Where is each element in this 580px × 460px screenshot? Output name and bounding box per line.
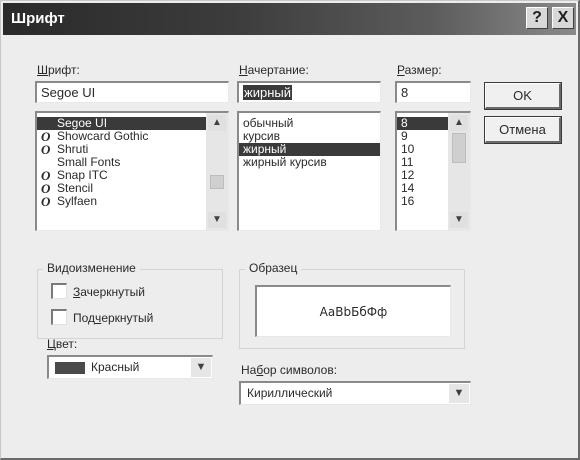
style-label: Начертание: [239,63,309,77]
sample-title: Образец [245,261,302,275]
scroll-up-icon[interactable]: ▲ [450,115,468,131]
effects-group [37,269,223,339]
scroll-down-icon[interactable]: ▼ [208,212,226,228]
size-list-scrollbar[interactable]: ▲ ▼ [448,113,470,230]
font-input[interactable]: Segoe UI [35,81,229,103]
size-label: Размер: [397,63,442,77]
help-button[interactable]: ? [526,7,548,29]
font-list[interactable]: Segoe UI O Showcard Gothic O Shruti Small Fon… [35,111,229,231]
list-item[interactable]: O Sylfaen [37,194,206,209]
close-button[interactable]: X [552,7,574,29]
scroll-up-icon[interactable]: ▲ [208,115,226,131]
color-select-value: Красный [91,360,140,374]
font-dialog: Шрифт ? X Шрифт: Segoe UI Segoe UI O Showc… [0,0,580,460]
font-list-scrollbar[interactable]: ▲ ▼ [206,113,228,230]
color-swatch [55,362,85,374]
list-item[interactable]: 16 [397,195,448,208]
underline-checkbox[interactable] [51,309,67,325]
title-bar[interactable]: Шрифт ? X [3,3,576,35]
list-item-label: Sylfaen [57,194,98,208]
underline-label: Подчеркнутый [73,311,154,325]
color-select[interactable]: Красный ▼ [47,355,213,379]
style-list[interactable]: обычный курсив жирный жирный курсив [237,111,381,231]
cancel-button[interactable]: Отмена [484,116,562,144]
close-icon: X [557,9,569,26]
strikeout-label: Зачеркнутый [73,285,145,299]
font-label: Шрифт: [37,63,80,77]
font-type-icon: O [41,142,51,157]
help-icon: ? [532,9,542,26]
font-type-icon: O [41,194,51,209]
color-label: Цвет: [47,337,78,351]
charset-label: Набор символов: [241,363,338,377]
dialog-title: Шрифт [11,10,65,27]
ok-button[interactable]: OK [484,82,562,110]
style-input[interactable]: жирный [237,81,381,103]
sample-preview: AaBbБбФф [255,285,451,337]
style-input-value: жирный [243,85,292,100]
list-item[interactable]: жирный курсив [239,156,380,169]
scroll-thumb[interactable] [452,133,466,163]
scroll-down-icon[interactable]: ▼ [450,212,468,228]
strikeout-checkbox[interactable] [51,283,67,299]
size-list[interactable]: 8 9 10 11 12 14 16 ▲ ▼ [395,111,471,231]
effects-title: Видоизменение [43,261,140,275]
size-input[interactable]: 8 [395,81,471,103]
charset-select[interactable]: Кириллический ▼ [239,381,471,405]
scroll-thumb[interactable] [210,175,224,189]
chevron-down-icon[interactable]: ▼ [449,384,469,403]
chevron-down-icon[interactable]: ▼ [191,358,211,377]
charset-select-value: Кириллический [247,386,333,400]
